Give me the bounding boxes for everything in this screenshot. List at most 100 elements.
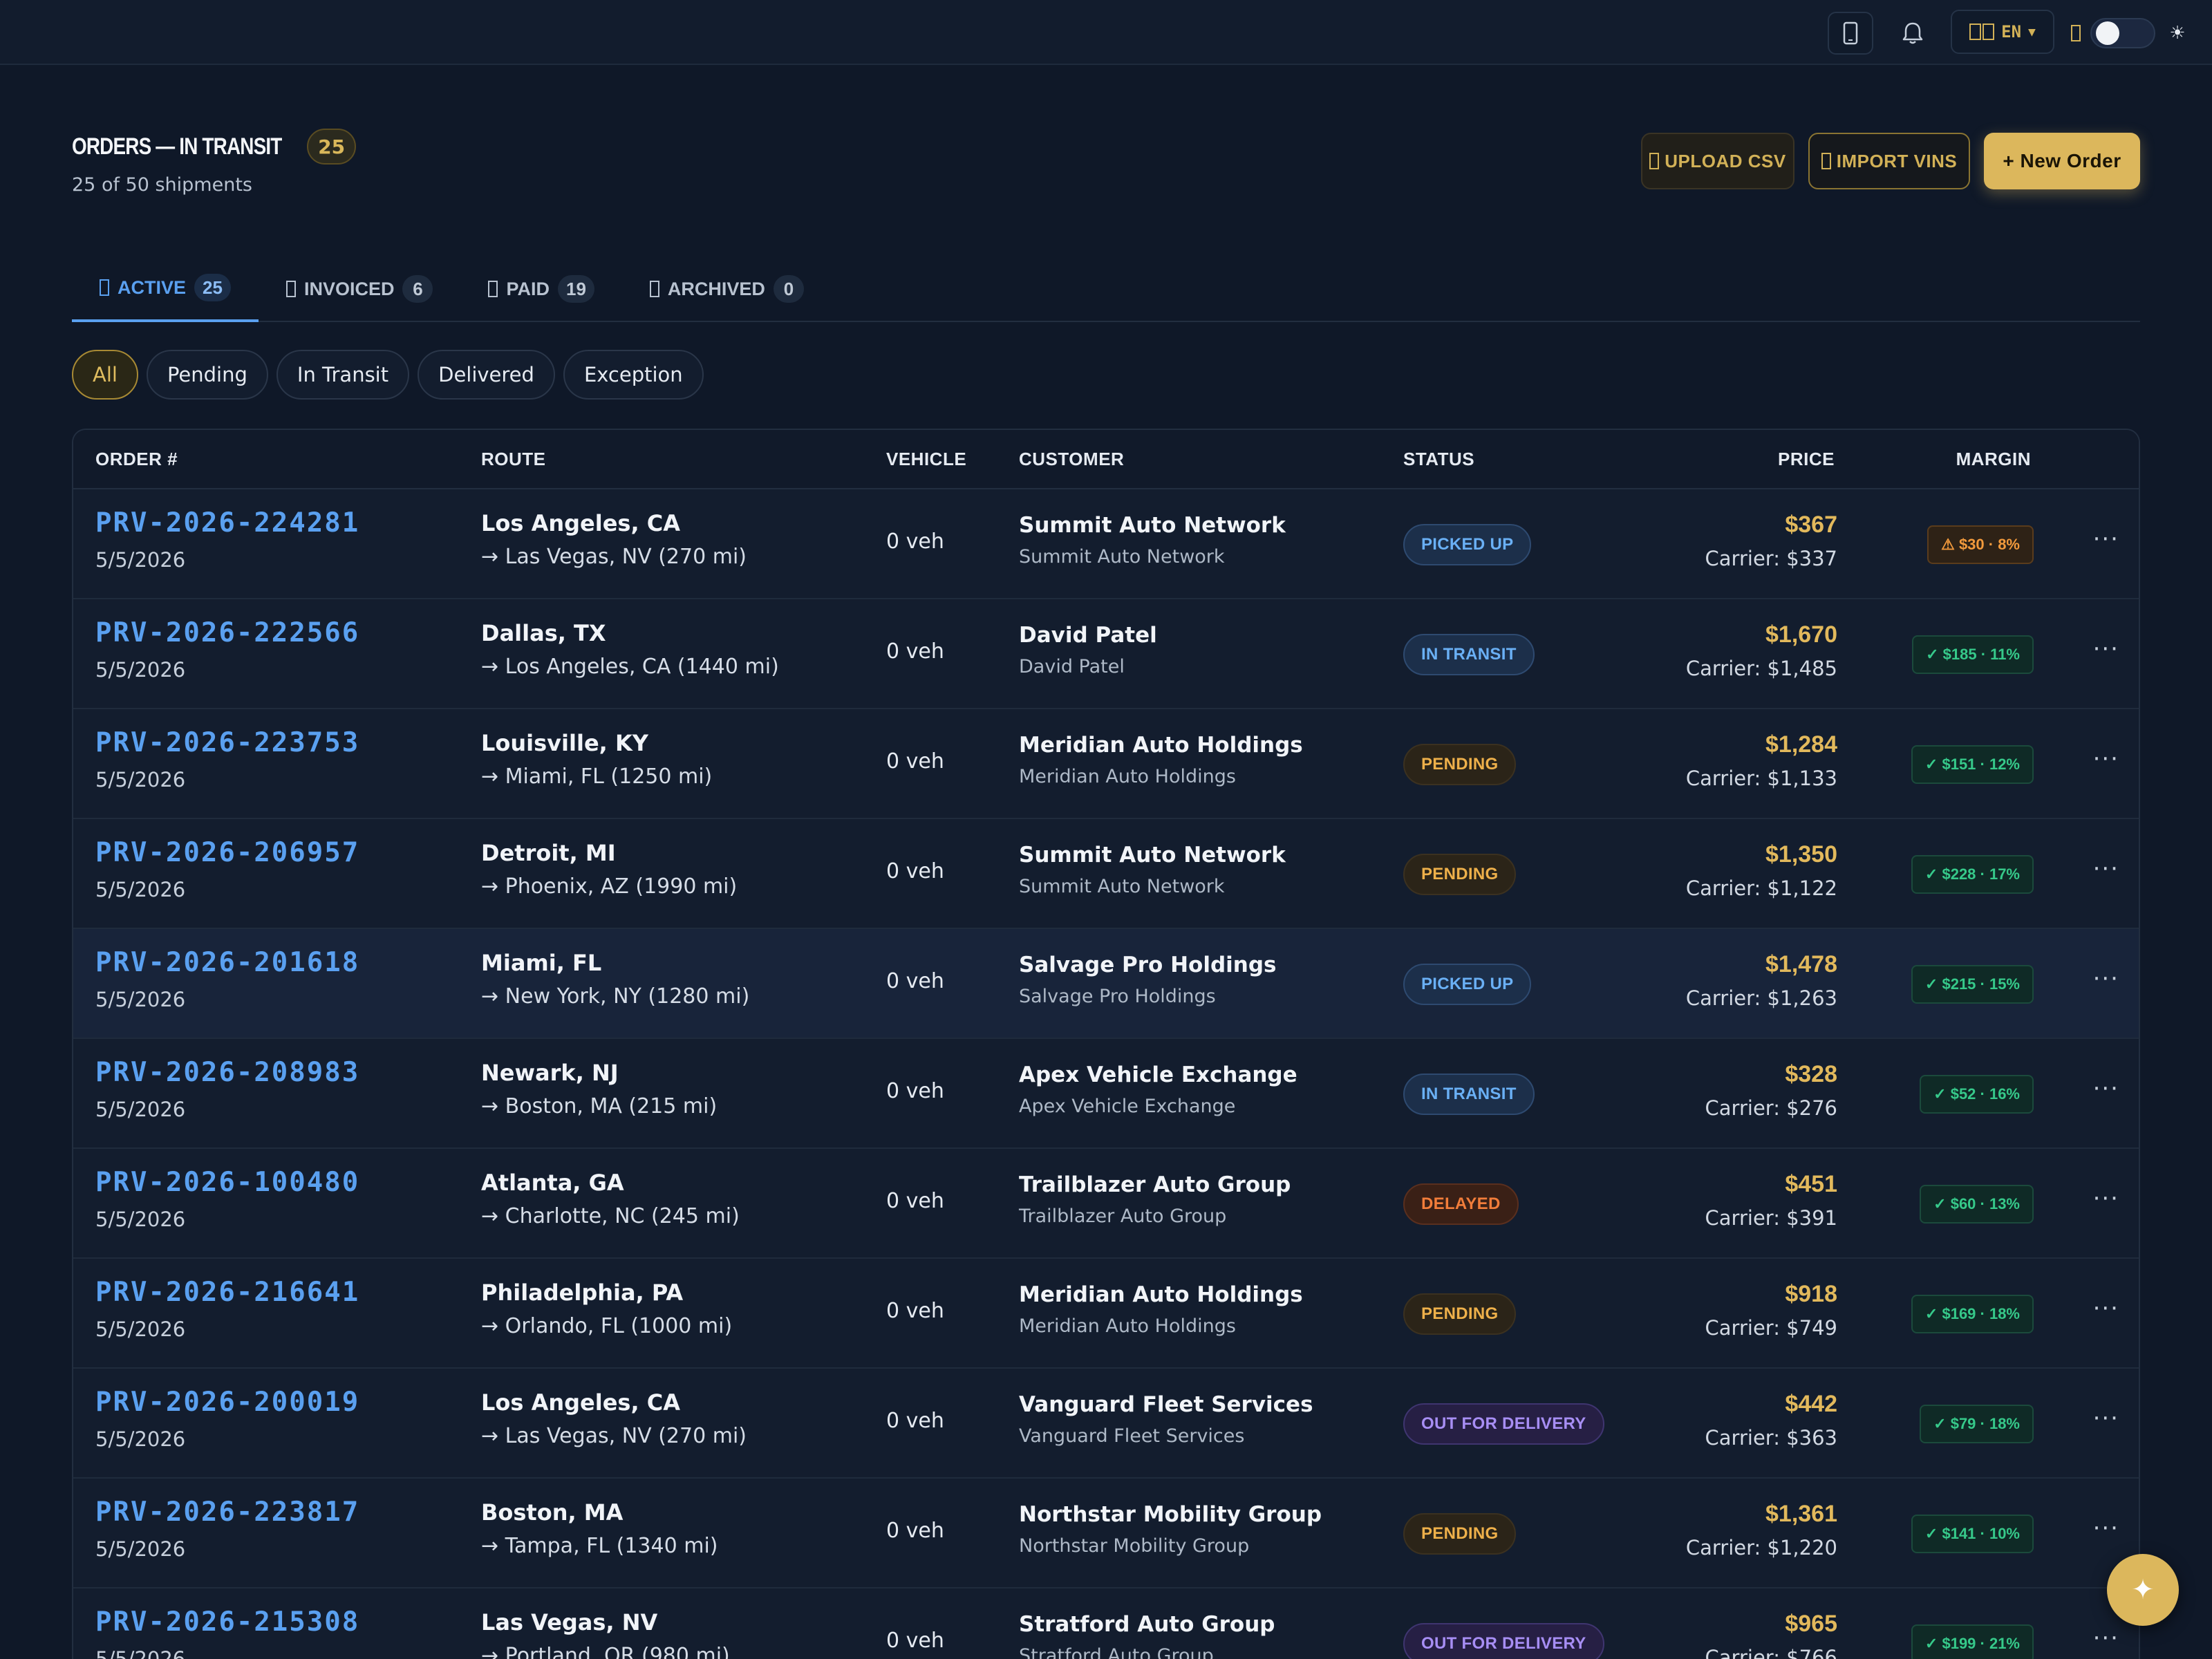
customer-account: David Patel (1019, 656, 1125, 677)
tab-label: ARCHIVED (667, 278, 765, 299)
upload-csv-button[interactable]: UPLOAD CSV (1641, 133, 1794, 189)
route-origin: Newark, NJ (481, 1060, 619, 1086)
order-number-link[interactable]: PRV-2026-206957 (95, 837, 359, 868)
order-cell: PRV-2026-201618 5/5/2026 (95, 947, 359, 1011)
filter-chip-all[interactable]: All (72, 350, 138, 400)
tab-label: PAID (506, 278, 550, 299)
table-row[interactable]: PRV-2026-208983 5/5/2026 Newark, NJ → Bosto… (73, 1039, 2139, 1149)
table-row[interactable]: PRV-2026-201618 5/5/2026 Miami, FL → New Yo… (73, 929, 2139, 1039)
assistant-fab[interactable]: ✦ (2107, 1554, 2179, 1626)
order-number-link[interactable]: PRV-2026-208983 (95, 1057, 359, 1088)
route-cell: Detroit, MI → Phoenix, AZ (1990 mi) (481, 840, 737, 899)
table-row[interactable]: PRV-2026-223817 5/5/2026 Boston, MA → Tampa… (73, 1479, 2139, 1588)
row-menu-button[interactable]: ··· (2093, 1624, 2119, 1652)
row-menu-button[interactable]: ··· (2093, 855, 2119, 883)
order-number-link[interactable]: PRV-2026-224281 (95, 507, 359, 538)
column-header-vehicle[interactable]: VEHICLE (886, 449, 966, 470)
column-header-customer[interactable]: CUSTOMER (1019, 449, 1124, 470)
price-cell: $965 Carrier: $766 (1705, 1611, 1837, 1659)
route-cell: Los Angeles, CA → Las Vegas, NV (270 mi) (481, 1389, 747, 1448)
margin-cell: ✓ $169 · 18% (1911, 1295, 2034, 1333)
filter-chip-delivered[interactable]: Delivered (418, 350, 555, 400)
customer-account: Meridian Auto Holdings (1019, 1315, 1236, 1337)
price-cell: $367 Carrier: $337 (1705, 512, 1837, 570)
order-number-link[interactable]: PRV-2026-216641 (95, 1277, 359, 1308)
notifications-button[interactable] (1891, 12, 1934, 55)
table-row[interactable]: PRV-2026-224281 5/5/2026 Los Angeles, CA → … (73, 489, 2139, 599)
route-cell: Dallas, TX → Los Angeles, CA (1440 mi) (481, 620, 779, 679)
row-menu-button[interactable]: ··· (2093, 1405, 2119, 1432)
route-cell: Los Angeles, CA → Las Vegas, NV (270 mi) (481, 510, 747, 569)
tab-active[interactable]: ACTIVE 25 (72, 256, 259, 322)
route-destination: → Charlotte, NC (245 mi) (481, 1204, 740, 1228)
vehicle-count: 0 veh (886, 1409, 944, 1433)
customer-name: Summit Auto Network (1019, 843, 1286, 868)
route-origin: Atlanta, GA (481, 1170, 624, 1196)
column-header-status[interactable]: STATUS (1403, 449, 1474, 470)
tab-paid[interactable]: PAID 19 (460, 256, 621, 322)
status-badge: IN TRANSIT (1403, 634, 1535, 675)
table-row[interactable]: PRV-2026-215308 5/5/2026 Las Vegas, NV → Po… (73, 1588, 2139, 1659)
order-number-link[interactable]: PRV-2026-222566 (95, 617, 359, 648)
filter-chip-exception[interactable]: Exception (563, 350, 704, 400)
row-menu-button[interactable]: ··· (2093, 1515, 2119, 1542)
table-row[interactable]: PRV-2026-216641 5/5/2026 Philadelphia, PA →… (73, 1259, 2139, 1369)
table-row[interactable]: PRV-2026-100480 5/5/2026 Atlanta, GA → Char… (73, 1149, 2139, 1259)
row-menu-button[interactable]: ··· (2093, 525, 2119, 553)
order-date: 5/5/2026 (95, 1098, 186, 1121)
customer-name: Northstar Mobility Group (1019, 1502, 1322, 1527)
status-badge: IN TRANSIT (1403, 1074, 1535, 1115)
column-header-route[interactable]: ROUTE (481, 449, 546, 470)
flag-icon (1969, 24, 1995, 40)
order-number-link[interactable]: PRV-2026-215308 (95, 1606, 359, 1638)
new-order-button[interactable]: + New Order (1984, 133, 2140, 189)
route-cell: Newark, NJ → Boston, MA (215 mi) (481, 1060, 717, 1118)
status-cell: OUT FOR DELIVERY (1403, 1403, 1604, 1445)
status-cell: PICKED UP (1403, 964, 1532, 1005)
column-header-order[interactable]: ORDER # (95, 449, 178, 470)
row-menu-button[interactable]: ··· (2093, 1185, 2119, 1212)
filter-chip-in-transit[interactable]: In Transit (276, 350, 410, 400)
language-selector[interactable]: EN ▼ (1951, 10, 2054, 54)
import-icon (1821, 153, 1831, 169)
paid-tab-icon (488, 281, 498, 297)
page-title: ORDERS — IN TRANSIT (72, 133, 282, 160)
table-row[interactable]: PRV-2026-200019 5/5/2026 Los Angeles, CA → … (73, 1369, 2139, 1479)
order-cell: PRV-2026-100480 5/5/2026 (95, 1167, 359, 1231)
table-row[interactable]: PRV-2026-222566 5/5/2026 Dallas, TX → Los A… (73, 599, 2139, 709)
column-header-price[interactable]: PRICE (1778, 449, 1835, 470)
row-menu-button[interactable]: ··· (2093, 635, 2119, 663)
filter-chip-pending[interactable]: Pending (146, 350, 268, 400)
status-badge: PENDING (1403, 854, 1517, 895)
margin-badge: ✓ $199 · 21% (1911, 1624, 2034, 1659)
order-cell: PRV-2026-215308 5/5/2026 (95, 1606, 359, 1659)
customer-name: Summit Auto Network (1019, 513, 1286, 538)
tab-invoiced[interactable]: INVOICED 6 (259, 256, 461, 322)
tab-archived[interactable]: ARCHIVED 0 (622, 256, 832, 322)
customer-cell: David Patel David Patel (1019, 623, 1157, 677)
vehicle-count: 0 veh (886, 969, 944, 993)
phone-button[interactable] (1828, 12, 1873, 55)
import-vins-button[interactable]: IMPORT VINS (1808, 133, 1970, 189)
row-menu-button[interactable]: ··· (2093, 1295, 2119, 1322)
order-number-link[interactable]: PRV-2026-201618 (95, 947, 359, 978)
row-menu-button[interactable]: ··· (2093, 1075, 2119, 1103)
row-menu-button[interactable]: ··· (2093, 745, 2119, 773)
customer-price: $1,350 (1765, 841, 1837, 868)
row-menu-button[interactable]: ··· (2093, 965, 2119, 993)
customer-name: David Patel (1019, 623, 1157, 648)
carrier-price: Carrier: $363 (1705, 1426, 1837, 1450)
route-destination: → Las Vegas, NV (270 mi) (481, 545, 747, 569)
table-row[interactable]: PRV-2026-223753 5/5/2026 Louisville, KY → M… (73, 709, 2139, 819)
route-origin: Detroit, MI (481, 840, 616, 866)
route-origin: Boston, MA (481, 1499, 624, 1526)
status-cell: DELAYED (1403, 1183, 1519, 1225)
route-cell: Philadelphia, PA → Orlando, FL (1000 mi) (481, 1280, 732, 1338)
order-number-link[interactable]: PRV-2026-223817 (95, 1497, 359, 1528)
theme-toggle[interactable] (2090, 18, 2155, 48)
table-row[interactable]: PRV-2026-206957 5/5/2026 Detroit, MI → Phoe… (73, 819, 2139, 929)
order-number-link[interactable]: PRV-2026-223753 (95, 727, 359, 758)
order-number-link[interactable]: PRV-2026-200019 (95, 1387, 359, 1418)
column-header-margin[interactable]: MARGIN (1956, 449, 2031, 470)
order-number-link[interactable]: PRV-2026-100480 (95, 1167, 359, 1198)
